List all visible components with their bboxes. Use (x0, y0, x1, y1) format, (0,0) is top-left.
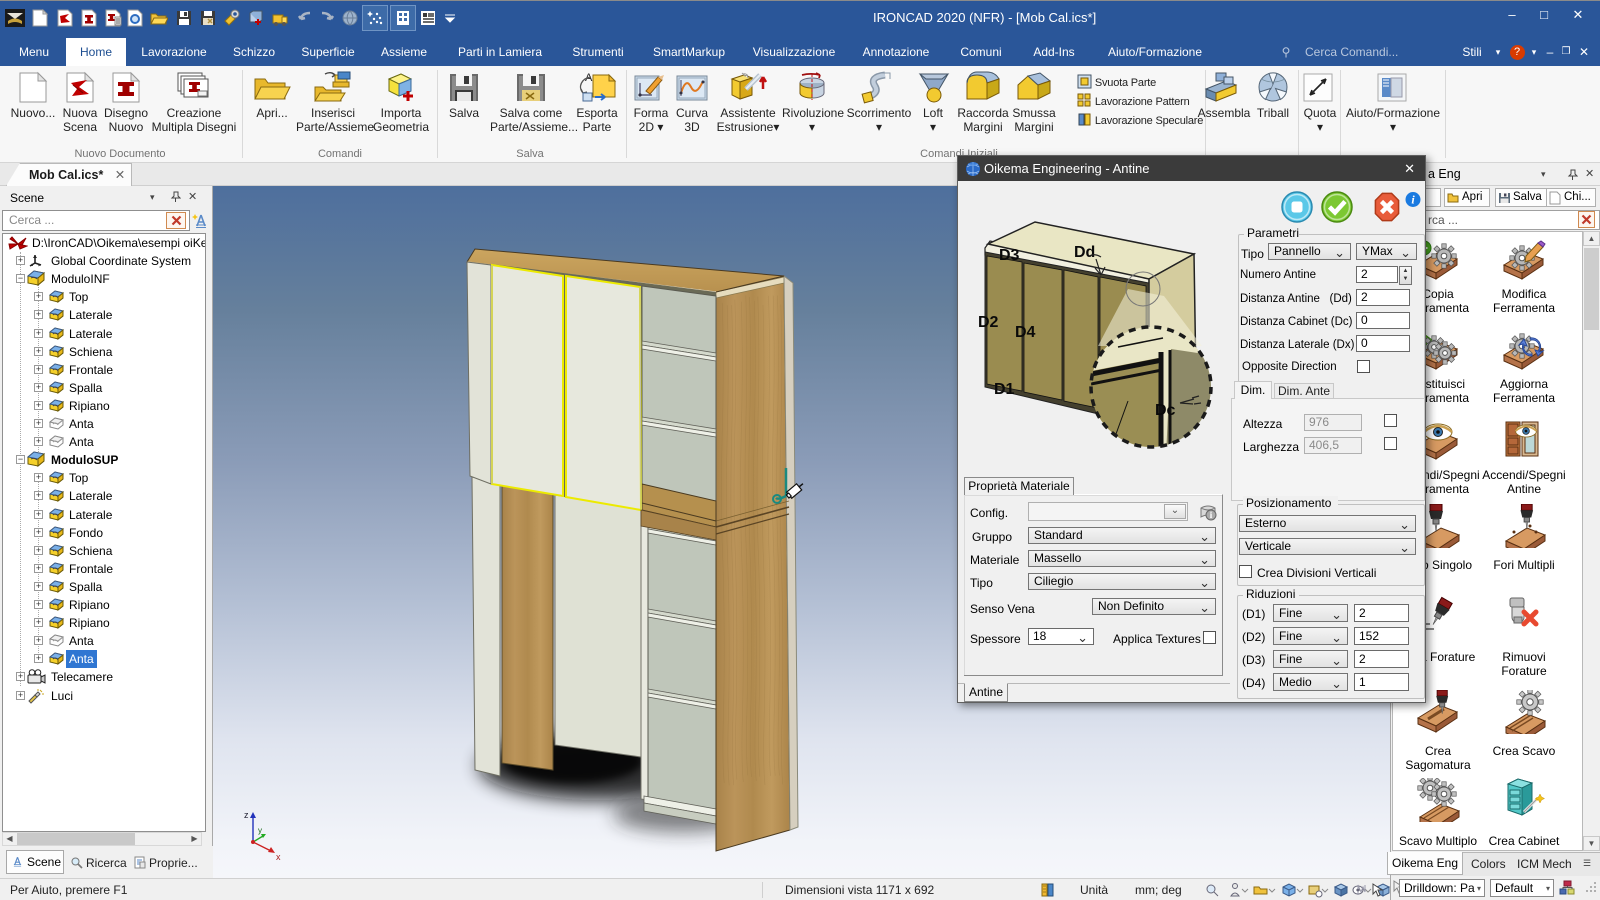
svg-text:D2: D2 (978, 314, 999, 331)
svg-text:Dc: Dc (1155, 402, 1176, 419)
svg-text:x: x (276, 852, 281, 862)
svg-text:z: z (244, 810, 249, 820)
svg-text:y: y (258, 826, 262, 835)
svg-text:D4: D4 (1015, 324, 1036, 341)
svg-text:Dd: Dd (1074, 244, 1095, 261)
svg-text:D1: D1 (994, 381, 1015, 398)
svg-text:D3: D3 (999, 247, 1020, 264)
